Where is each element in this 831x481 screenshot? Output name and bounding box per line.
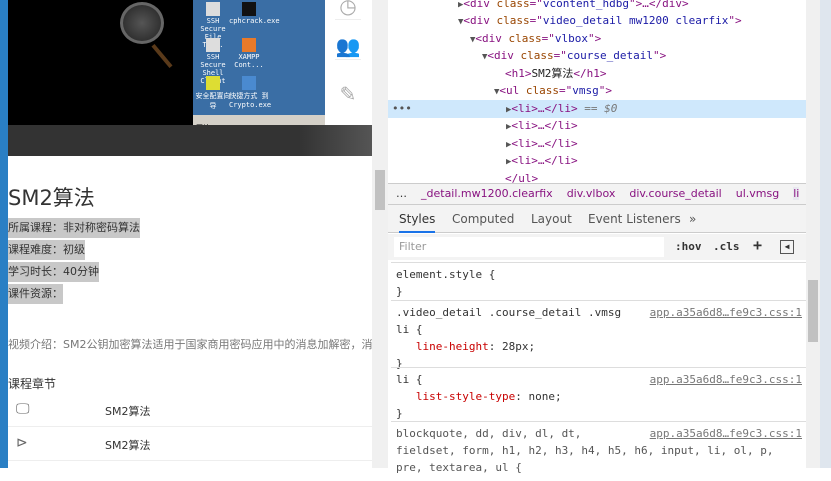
tab-event-listeners[interactable]: Event Listeners [588, 212, 681, 226]
desktop-icon-label: cphcrack.exe [229, 17, 280, 25]
page-scrollbar-thumb[interactable] [375, 170, 385, 210]
dom-node-ul[interactable]: ▼<ul class="vmsg"> [388, 82, 806, 100]
page-scrollbar[interactable] [372, 0, 388, 468]
chapter-title: SM2算法 [105, 405, 151, 418]
style-rule[interactable]: element.style { } [391, 262, 806, 300]
new-rule-icon[interactable]: + [753, 236, 762, 254]
breadcrumb-item[interactable]: li [793, 187, 800, 200]
meta-resources: 课件资源： [8, 284, 63, 304]
meta-duration: 学习时长：40分钟 [8, 262, 99, 282]
devtools-scrollbar[interactable] [806, 0, 820, 468]
stylesheet-link[interactable]: app.a35a6d8…fe9c3.css:1 [650, 371, 802, 388]
desktop-icon-label: 快捷方式 到 Crypto.exe [229, 92, 272, 109]
desktop-icon-label: XAMPP Cont... [234, 53, 264, 69]
meta-level: 课程难度：初级 [8, 240, 85, 260]
toggle-sidebar-icon[interactable]: ◀ [780, 240, 794, 254]
screen-icon: 🖵 [16, 401, 30, 417]
breadcrumb: … _detail.mw1200.clearfix div.vlbox div.cou… [388, 183, 806, 205]
styles-tabs: Styles Computed Layout Event Listeners » [388, 205, 806, 233]
desktop-icon[interactable]: 快捷方式 到 Crypto.exe [229, 76, 272, 109]
edit-icon[interactable]: ✎ [335, 82, 361, 108]
magnifier-icon [120, 2, 164, 44]
remote-desktop[interactable]: SSH Secure File Tr... cphcrack.exe SSH S… [193, 0, 325, 115]
play-icon: ⊳ [16, 435, 28, 451]
hov-button[interactable]: :hov [675, 240, 702, 253]
video-fill [8, 115, 193, 125]
chapter-title: SM2算法 [105, 439, 151, 452]
taskbar: 开始 [193, 115, 325, 132]
style-rule[interactable]: li {app.a35a6d8…fe9c3.css:1 list-style-t… [391, 367, 806, 421]
breadcrumb-item[interactable]: div.vlbox [567, 187, 616, 200]
cls-button[interactable]: .cls [713, 240, 740, 253]
window-edge [0, 0, 8, 468]
dom-node[interactable]: ▼<div class="course_detail"> [388, 47, 806, 65]
dom-node-li[interactable]: ▶<li>…</li> [388, 152, 806, 170]
magnifier-handle [151, 43, 173, 69]
chapters-heading: 课程章节 [8, 377, 57, 391]
video-player[interactable] [8, 0, 193, 125]
dom-node-li[interactable]: ▶<li>…</li> [388, 135, 806, 153]
tab-computed[interactable]: Computed [452, 212, 514, 226]
desktop-icon[interactable]: XAMPP Cont... [229, 38, 269, 69]
dom-node-li[interactable]: ▶<li>…</li> [388, 117, 806, 135]
desktop-icon-label: 安全配置向导 [195, 92, 231, 110]
style-rule[interactable]: .video_detail .course_detail .vmsg li {a… [391, 300, 806, 370]
breadcrumb-item[interactable]: _detail.mw1200.clearfix [421, 187, 553, 200]
stylesheet-link[interactable]: app.a35a6d8…fe9c3.css:1 [650, 425, 802, 442]
breadcrumb-more[interactable]: … [396, 187, 407, 200]
window-edge [820, 0, 831, 468]
course-detail: SM2算法 所属课程：非对称密码算法 课程难度：初级 学习时长：40分钟 课件资… [8, 156, 372, 468]
page-title: SM2算法 [8, 186, 95, 210]
video-sidebar: ◷ 👥 ✎ [325, 0, 372, 118]
filter-bar: Filter :hov .cls + ◀ [388, 234, 806, 260]
video-description: 视频介绍：SM2公钥加密算法适用于国家商用密码应用中的消息加解密，消息 [8, 338, 372, 351]
tab-layout[interactable]: Layout [531, 212, 572, 226]
meta-course: 所属课程：非对称密码算法 [8, 218, 140, 238]
filter-input[interactable]: Filter [394, 237, 664, 257]
users-icon[interactable]: 👥 [335, 34, 361, 60]
style-rule[interactable]: blockquote, dd, div, dl, dt, fieldset, f… [391, 421, 806, 481]
dom-node-li-selected[interactable]: ••• ▶<li>…</li> == $0 [388, 100, 806, 118]
chapter-item[interactable]: ⊳ SM2算法 [8, 427, 372, 461]
desktop-icon[interactable]: 安全配置向导 [193, 76, 233, 111]
video-controls-bar[interactable] [8, 125, 372, 156]
dom-node[interactable]: ▼<div class="vlbox"> [388, 30, 806, 48]
breadcrumb-item[interactable]: ul.vmsg [736, 187, 779, 200]
chapter-item[interactable]: 🖵 SM2算法 [8, 393, 372, 427]
tab-styles[interactable]: Styles [399, 212, 436, 233]
dom-node-h1[interactable]: <h1>SM2算法</h1> [388, 65, 806, 83]
desktop-icon[interactable]: cphcrack.exe [229, 2, 280, 25]
devtools-scrollbar-thumb[interactable] [808, 280, 818, 342]
breadcrumb-item[interactable]: div.course_detail [629, 187, 721, 200]
dom-node[interactable]: ▼<div class="video_detail mw1200 clearfi… [388, 12, 806, 30]
stylesheet-link[interactable]: app.a35a6d8…fe9c3.css:1 [650, 304, 802, 321]
tab-more[interactable]: » [689, 212, 696, 226]
devtools-panel: ▶<div class="vcontent_hdbg">…</div> ▼<di… [388, 0, 806, 474]
alarm-icon[interactable]: ◷ [335, 0, 361, 20]
